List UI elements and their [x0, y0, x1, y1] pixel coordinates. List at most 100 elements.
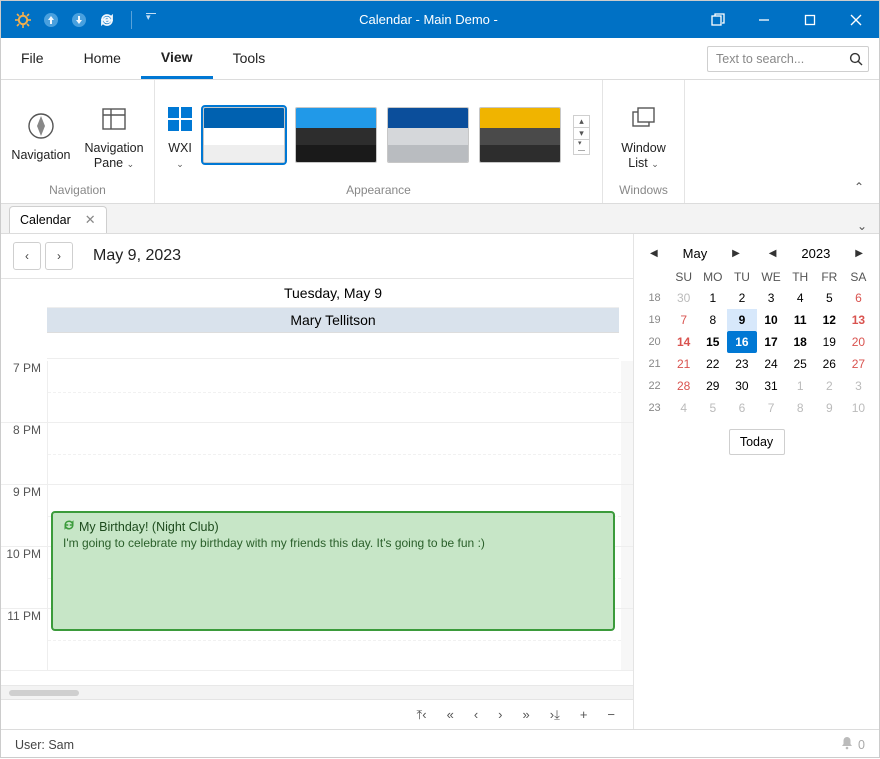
mini-day[interactable]: 8 [698, 309, 727, 331]
maximize-button[interactable] [787, 1, 833, 38]
refresh-icon[interactable] [99, 12, 115, 28]
mini-day[interactable]: 8 [786, 397, 815, 419]
mini-day[interactable]: 30 [727, 375, 756, 397]
mini-prev-year[interactable]: ◀ [765, 248, 781, 259]
theme-swatch-1[interactable] [295, 107, 377, 163]
menu-tab-view[interactable]: View [141, 37, 213, 79]
nav-last[interactable]: ›⤓ [550, 707, 560, 723]
gear-icon[interactable] [15, 12, 31, 28]
mini-day[interactable]: 6 [844, 287, 873, 309]
navigation-pane-button[interactable]: NavigationPane ⌄ [85, 99, 144, 171]
mini-day[interactable]: 23 [727, 353, 756, 375]
nav-next[interactable]: › [498, 707, 502, 722]
nav-first[interactable]: ⤒‹ [417, 707, 427, 723]
mini-day[interactable]: 9 [815, 397, 844, 419]
theme-swatch-0[interactable] [203, 107, 285, 163]
mini-day[interactable]: 2 [815, 375, 844, 397]
mini-day[interactable]: 18 [786, 331, 815, 353]
all-day-area[interactable] [47, 333, 619, 359]
bell-icon[interactable] [840, 736, 854, 753]
mini-day[interactable]: 7 [669, 309, 698, 331]
mini-year-label[interactable]: 2023 [801, 246, 830, 261]
mini-dow: TH [786, 267, 815, 287]
appointment-my-birthday[interactable]: My Birthday! (Night Club) I'm going to c… [51, 511, 615, 631]
theme-gallery-expand[interactable]: ▾— [573, 139, 590, 155]
prev-day-button[interactable]: ‹ [13, 242, 41, 270]
mini-next-year[interactable]: ▶ [851, 248, 867, 259]
wxi-theme-button[interactable]: WXI⌄ [167, 99, 193, 171]
menu-tab-tools[interactable]: Tools [213, 37, 286, 79]
window-list-button[interactable]: WindowList ⌄ [621, 99, 665, 171]
day-view[interactable]: Tuesday, May 9 Mary Tellitson 7 PM8 PM9 … [1, 278, 633, 685]
mini-day[interactable]: 12 [815, 309, 844, 331]
mini-day[interactable]: 9 [727, 309, 756, 331]
mini-day[interactable]: 17 [757, 331, 786, 353]
next-day-button[interactable]: › [45, 242, 73, 270]
mini-day[interactable]: 30 [669, 287, 698, 309]
mini-day[interactable]: 11 [786, 309, 815, 331]
nav-prev[interactable]: ‹ [474, 707, 478, 722]
qat-customize-icon[interactable]: ▾ [146, 12, 162, 28]
mini-day[interactable]: 10 [844, 397, 873, 419]
hour-label: 8 PM [1, 423, 47, 484]
menu-tab-home[interactable]: Home [64, 37, 141, 79]
theme-swatch-2[interactable] [387, 107, 469, 163]
horizontal-scrollbar[interactable] [1, 685, 633, 699]
mini-day[interactable]: 27 [844, 353, 873, 375]
search-button[interactable] [843, 46, 869, 72]
tab-calendar[interactable]: Calendar ✕ [9, 206, 107, 233]
mini-day[interactable]: 10 [757, 309, 786, 331]
appointment-title: My Birthday! (Night Club) [79, 520, 219, 534]
time-slot[interactable] [47, 361, 633, 422]
menu-bar: FileHomeViewTools Text to search... [1, 38, 879, 80]
menu-tab-file[interactable]: File [1, 37, 64, 79]
nav-remove[interactable]: − [607, 707, 615, 722]
mini-day[interactable]: 5 [698, 397, 727, 419]
today-button[interactable]: Today [729, 429, 785, 455]
nav-add[interactable]: + [580, 707, 588, 722]
mini-day[interactable]: 2 [727, 287, 756, 309]
mini-month-label[interactable]: May [683, 246, 708, 261]
mini-day[interactable]: 5 [815, 287, 844, 309]
mini-day[interactable]: 3 [844, 375, 873, 397]
mini-day[interactable]: 14 [669, 331, 698, 353]
nav-prev-page[interactable]: « [447, 707, 454, 722]
tab-close-icon[interactable]: ✕ [85, 212, 96, 228]
upload-icon[interactable] [43, 12, 59, 28]
mini-calendar: ◀ May ▶ ◀ 2023 ▶ SUMOTUWETHFRSA183012345… [634, 234, 879, 729]
mini-day[interactable]: 26 [815, 353, 844, 375]
restore-down-helper-icon[interactable] [695, 1, 741, 38]
mini-day[interactable]: 1 [786, 375, 815, 397]
navigation-button[interactable]: Navigation [11, 106, 70, 163]
mini-day[interactable]: 6 [727, 397, 756, 419]
mini-day[interactable]: 13 [844, 309, 873, 331]
theme-swatch-3[interactable] [479, 107, 561, 163]
mini-prev-month[interactable]: ◀ [646, 248, 662, 259]
close-button[interactable] [833, 1, 879, 38]
doc-tabs-menu[interactable]: ⌄ [857, 219, 871, 233]
mini-day[interactable]: 24 [757, 353, 786, 375]
mini-day[interactable]: 19 [815, 331, 844, 353]
mini-day[interactable]: 15 [698, 331, 727, 353]
mini-day[interactable]: 3 [757, 287, 786, 309]
mini-day[interactable]: 7 [757, 397, 786, 419]
mini-day[interactable]: 25 [786, 353, 815, 375]
search-input[interactable]: Text to search... [707, 46, 843, 72]
mini-day[interactable]: 16 [727, 331, 756, 353]
group-label-navigation: Navigation [1, 183, 154, 203]
download-icon[interactable] [71, 12, 87, 28]
minimize-button[interactable] [741, 1, 787, 38]
mini-next-month[interactable]: ▶ [728, 248, 744, 259]
mini-day[interactable]: 21 [669, 353, 698, 375]
mini-day[interactable]: 4 [786, 287, 815, 309]
mini-day[interactable]: 22 [698, 353, 727, 375]
mini-day[interactable]: 20 [844, 331, 873, 353]
mini-day[interactable]: 4 [669, 397, 698, 419]
ribbon-collapse-button[interactable]: ⌃ [849, 177, 869, 197]
mini-day[interactable]: 31 [757, 375, 786, 397]
mini-day[interactable]: 29 [698, 375, 727, 397]
mini-day[interactable]: 1 [698, 287, 727, 309]
nav-next-page[interactable]: » [523, 707, 530, 722]
time-slot[interactable] [47, 423, 633, 484]
mini-day[interactable]: 28 [669, 375, 698, 397]
